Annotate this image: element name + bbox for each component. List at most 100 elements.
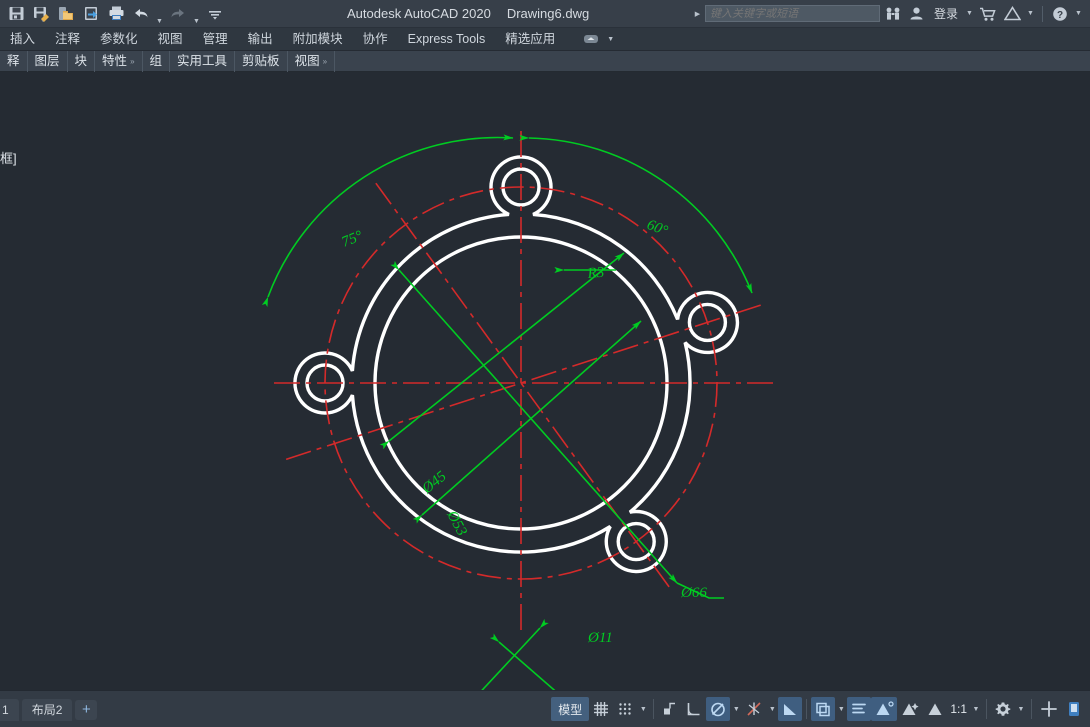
exchange-apps-icon[interactable]	[882, 3, 904, 25]
ribbon-tab-output[interactable]: 输出	[238, 28, 283, 51]
dim-text-11: Ø11	[587, 630, 613, 646]
title-bar: ▼ ▼ Autodesk AutoCAD 2020 Drawing6.dwg ▶	[0, 0, 1090, 28]
export-icon[interactable]	[79, 2, 103, 26]
redo-icon[interactable]	[166, 2, 190, 26]
dim-text-75: 75°	[340, 228, 365, 251]
hardware-accel-icon[interactable]	[1062, 697, 1086, 721]
snap-dropdown-icon[interactable]: ▼	[637, 706, 649, 713]
layout-tab-1[interactable]: 1	[0, 699, 19, 721]
annotation-scale-button[interactable]	[923, 697, 947, 721]
ribbon-panel-label: 实用工具	[177, 51, 227, 72]
cart-icon[interactable]	[977, 3, 999, 25]
scale-dropdown-icon[interactable]: ▼	[970, 706, 982, 713]
ribbon-tab-annotate[interactable]: 注释	[45, 28, 90, 51]
object-snap-dropdown-icon[interactable]: ▼	[730, 706, 742, 713]
status-divider	[653, 699, 654, 719]
ortho-mode-button[interactable]	[658, 697, 682, 721]
svg-text:?: ?	[1057, 9, 1063, 20]
transparency-button[interactable]	[847, 697, 871, 721]
drawing-canvas[interactable]: 框]	[0, 72, 1090, 690]
ribbon-panel-group[interactable]: 组	[143, 51, 171, 72]
lineweight-button[interactable]	[811, 697, 835, 721]
ribbon-panel-view[interactable]: 视图 »	[288, 51, 335, 72]
ribbon-panel-block[interactable]: 块	[68, 51, 96, 72]
dim-text-60: 60°	[645, 217, 670, 240]
model-space-button[interactable]: 模型	[551, 697, 589, 721]
autodesk-a-icon[interactable]	[1001, 3, 1023, 25]
user-icon[interactable]	[906, 3, 928, 25]
chevron-right-icon[interactable]: »	[130, 51, 134, 72]
add-layout-button[interactable]: +	[75, 700, 97, 720]
undo-icon[interactable]	[129, 2, 153, 26]
dim-text-r3: R3	[586, 265, 605, 282]
redo-dropdown-icon[interactable]: ▼	[191, 3, 202, 25]
layout-tab-2[interactable]: 布局2	[22, 699, 73, 721]
status-divider-3	[986, 699, 987, 719]
ribbon-panel-label: 剪贴板	[242, 51, 280, 72]
ribbon-panel-label: 特性	[102, 51, 127, 72]
search-expand-icon[interactable]: ▶	[692, 10, 703, 18]
undo-dropdown-icon[interactable]: ▼	[154, 3, 165, 25]
polar-tracking-button[interactable]	[682, 697, 706, 721]
chevron-right-icon[interactable]: »	[323, 51, 327, 72]
signin-label[interactable]: 登录	[930, 5, 962, 22]
dim-line-11	[499, 642, 576, 690]
search-input[interactable]	[705, 5, 880, 22]
customize-qat-icon[interactable]	[203, 2, 227, 26]
titlebar-divider	[1042, 6, 1043, 22]
autodesk-dropdown-icon[interactable]: ▼	[1025, 10, 1036, 17]
model-space-label: 模型	[554, 701, 586, 718]
status-divider-4	[1031, 699, 1032, 719]
cad-drawing: 75° 60° R3 Ø45 Ø53 Ø66 Ø6 Ø11	[0, 72, 1090, 690]
status-bar-right-group: 模型 ▼	[551, 697, 1090, 721]
ribbon-panel-clipboard[interactable]: 剪贴板	[235, 51, 288, 72]
ribbon-panel-properties[interactable]: 特性 »	[95, 51, 142, 72]
ribbon-tab-insert[interactable]: 插入	[0, 28, 45, 51]
signin-dropdown-icon[interactable]: ▼	[964, 10, 975, 17]
ribbon-panel-label: 组	[150, 51, 163, 72]
ucs-icon-button[interactable]	[778, 697, 802, 721]
save-icon[interactable]	[4, 2, 28, 26]
ribbon-tab-addins[interactable]: 附加模块	[283, 28, 353, 51]
ribbon-workspace-group: ▼	[579, 27, 616, 51]
ribbon-tab-featured[interactable]: 精选应用	[495, 28, 565, 51]
help-dropdown-icon[interactable]: ▼	[1073, 10, 1084, 17]
app-title: Autodesk AutoCAD 2020	[347, 6, 491, 21]
command-echo-text: 框]	[0, 148, 17, 167]
ribbon-tab-manage[interactable]: 管理	[193, 28, 238, 51]
snap-mode-button[interactable]	[613, 697, 637, 721]
object-snap-button[interactable]	[706, 697, 730, 721]
ribbon-panel-annotation[interactable]: 释	[0, 51, 28, 72]
ribbon-tab-express[interactable]: Express Tools	[398, 28, 496, 51]
plot-icon[interactable]	[104, 2, 128, 26]
ribbon-panel-layers[interactable]: 图层	[28, 51, 68, 72]
ribbon-panel-label: 释	[7, 51, 20, 72]
cloud-icon[interactable]	[579, 27, 603, 51]
dim-line-66	[399, 270, 677, 583]
titlebar-right-group: ▶ 登录 ▼	[692, 3, 1090, 25]
ribbon-tab-view[interactable]: 视图	[148, 28, 193, 51]
open-icon[interactable]	[54, 2, 78, 26]
annotation-scale-value[interactable]: 1:1	[947, 702, 970, 716]
dimensions	[268, 138, 752, 690]
grid-display-button[interactable]	[589, 697, 613, 721]
status-divider-2	[806, 699, 807, 719]
status-bar: 1 布局2 + 模型	[0, 690, 1090, 727]
ribbon-tab-collaborate[interactable]: 协作	[353, 28, 398, 51]
object-snap-tracking-button[interactable]	[742, 697, 766, 721]
autoscale-button[interactable]	[897, 697, 923, 721]
lineweight-dropdown-icon[interactable]: ▼	[835, 706, 847, 713]
customization-dropdown-icon[interactable]: ▼	[1015, 706, 1027, 713]
ribbon-panel-utilities[interactable]: 实用工具	[170, 51, 235, 72]
cloud-dropdown-icon[interactable]: ▼	[605, 36, 616, 43]
fullscreen-icon[interactable]	[1036, 697, 1062, 721]
ribbon-tab-parametric[interactable]: 参数化	[90, 28, 148, 51]
osnap-tracking-dropdown-icon[interactable]: ▼	[766, 706, 778, 713]
annotation-visibility-button[interactable]	[871, 697, 897, 721]
ribbon-panel-label: 块	[75, 51, 88, 72]
dim-line-6	[459, 628, 540, 690]
gear-icon[interactable]	[991, 697, 1015, 721]
ribbon-panel-label: 图层	[35, 51, 60, 72]
help-icon[interactable]: ?	[1049, 3, 1071, 25]
save-as-icon[interactable]	[29, 2, 53, 26]
